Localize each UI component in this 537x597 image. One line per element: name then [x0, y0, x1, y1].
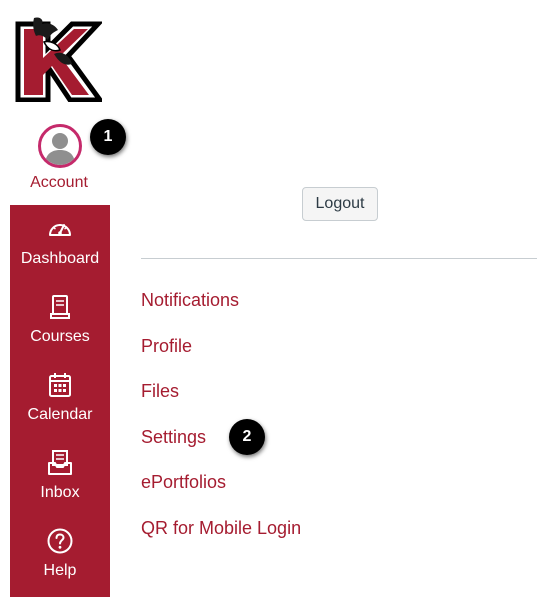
- account-label: Account: [30, 174, 88, 191]
- link-eportfolios[interactable]: ePortfolios: [141, 471, 226, 493]
- nav-item-calendar[interactable]: Calendar: [10, 361, 110, 439]
- link-profile[interactable]: Profile: [141, 335, 192, 357]
- nav-label-courses: Courses: [30, 328, 90, 345]
- calendar-icon: [49, 373, 71, 397]
- nav-label-help: Help: [43, 562, 77, 579]
- book-icon: [50, 295, 70, 319]
- avatar[interactable]: [38, 124, 82, 168]
- link-notifications[interactable]: Notifications: [141, 289, 239, 311]
- link-settings[interactable]: Settings: [141, 426, 206, 448]
- nav-item-help[interactable]: Help: [10, 517, 110, 595]
- speedometer-icon: [49, 224, 71, 236]
- tray-divider: [141, 258, 537, 259]
- global-nav: Dashboard Courses Calendar Inbox Help: [10, 205, 110, 597]
- school-logo[interactable]: [14, 14, 105, 103]
- callout-badge-2: 2: [229, 419, 265, 455]
- user-icon: [45, 133, 75, 165]
- question-circle-icon: [47, 528, 73, 554]
- nav-label-dashboard: Dashboard: [20, 250, 100, 267]
- sidebar-header: Account: [0, 0, 110, 205]
- link-qr-mobile-login[interactable]: QR for Mobile Login: [141, 517, 301, 539]
- nav-item-dashboard[interactable]: Dashboard: [10, 205, 110, 283]
- k-logo-icon: [15, 17, 105, 103]
- inbox-icon: [48, 450, 72, 475]
- nav-label-calendar: Calendar: [27, 406, 93, 423]
- nav-item-courses[interactable]: Courses: [10, 283, 110, 361]
- callout-badge-1: 1: [90, 119, 126, 155]
- link-files[interactable]: Files: [141, 380, 179, 402]
- nav-item-inbox[interactable]: Inbox: [10, 439, 110, 517]
- nav-label-inbox: Inbox: [40, 484, 80, 501]
- logout-button[interactable]: Logout: [302, 187, 378, 221]
